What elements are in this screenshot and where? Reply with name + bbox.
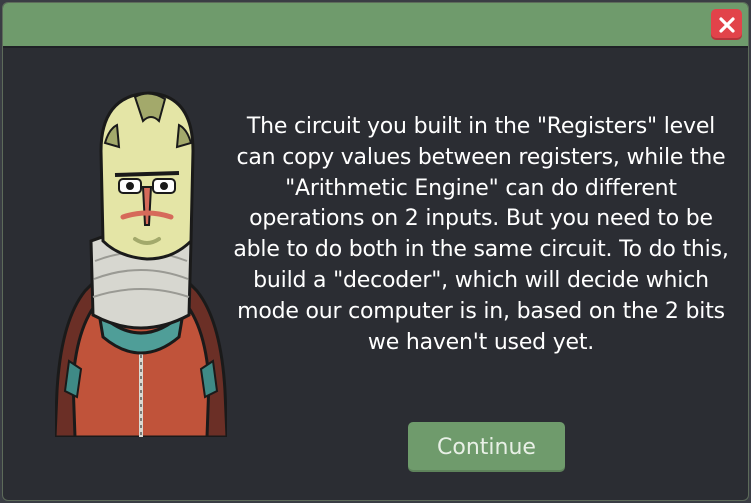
dialog-window: The circuit you built in the "Registers"…: [2, 2, 749, 501]
continue-button[interactable]: Continue: [408, 422, 565, 472]
dialog-message: The circuit you built in the "Registers"…: [233, 114, 729, 355]
close-icon: [718, 16, 735, 33]
close-button[interactable]: [711, 9, 742, 40]
alien-character-portrait: [55, 91, 227, 437]
dialog-titlebar: [3, 3, 748, 48]
